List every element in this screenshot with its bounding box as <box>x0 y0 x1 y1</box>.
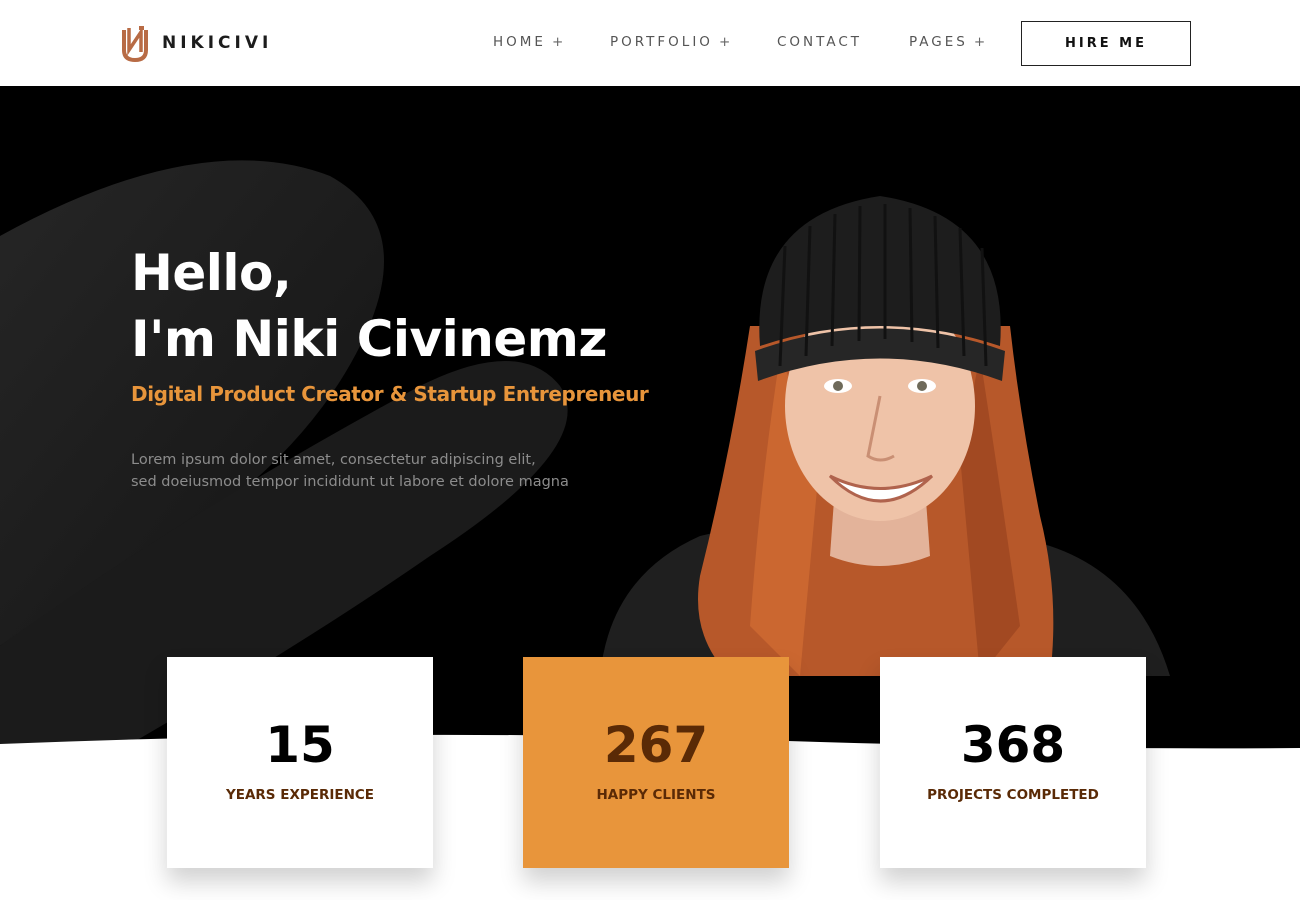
hero-description-line: sed doeiusmod tempor incididunt ut labor… <box>131 474 569 490</box>
nav-item-label: HOME <box>493 34 546 50</box>
plus-icon: + <box>973 34 986 50</box>
nav-item-label: CONTACT <box>777 34 863 50</box>
stat-value: 267 <box>603 716 709 774</box>
nav-item-portfolio[interactable]: PORTFOLIO + <box>610 34 730 50</box>
site-header: NIKICIVI HOME + PORTFOLIO + CONTACT PAGES +… <box>0 0 1300 86</box>
nav-item-label: PAGES <box>909 34 968 50</box>
hero-description: Lorem ipsum dolor sit amet, consectetur … <box>131 449 569 493</box>
stat-card-projects: 368 PROJECTS COMPLETED <box>880 657 1146 868</box>
stat-value: 15 <box>265 716 335 774</box>
plus-icon: + <box>551 34 564 50</box>
hero-description-line: Lorem ipsum dolor sit amet, consectetur … <box>131 452 536 468</box>
stat-value: 368 <box>960 716 1066 774</box>
hero-greeting: Hello, <box>131 244 292 302</box>
nav-item-contact[interactable]: CONTACT <box>777 34 862 50</box>
nav-item-label: PORTFOLIO <box>610 34 713 50</box>
plus-icon: + <box>718 34 731 50</box>
stat-label: HAPPY CLIENTS <box>596 787 716 803</box>
hero-subtitle: Digital Product Creator & Startup Entrep… <box>131 382 649 406</box>
nav-item-home[interactable]: HOME + <box>493 34 563 50</box>
profile-portrait-image <box>600 196 1170 676</box>
nav-item-pages[interactable]: PAGES + <box>909 34 985 50</box>
hero-section: Hello, I'm Niki Civinemz Digital Product… <box>0 86 1300 750</box>
hire-me-button[interactable]: HIRE ME <box>1021 21 1191 66</box>
stat-label: PROJECTS COMPLETED <box>927 787 1099 803</box>
stat-label: YEARS EXPERIENCE <box>225 787 375 803</box>
hero-name: I'm Niki Civinemz <box>131 310 607 368</box>
stat-card-clients: 267 HAPPY CLIENTS <box>523 657 789 868</box>
stat-card-experience: 15 YEARS EXPERIENCE <box>167 657 433 868</box>
